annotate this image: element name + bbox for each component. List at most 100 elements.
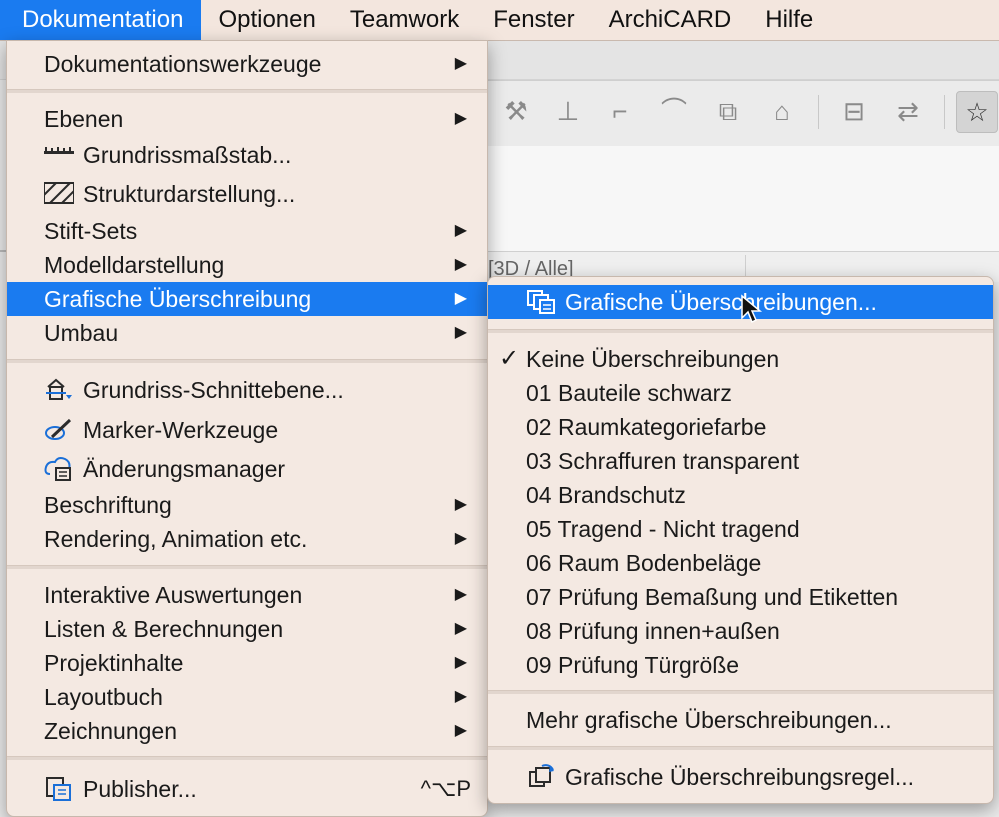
- submenu-arrow-icon: ▶: [454, 530, 467, 547]
- menu-item-layoutbuch[interactable]: Layoutbuch ▶: [7, 680, 487, 714]
- submenu-item-override-03[interactable]: 03 Schraffuren transparent: [488, 444, 993, 478]
- menu-item-label: 04 Brandschutz: [526, 482, 686, 508]
- submenu-arrow-icon: ▶: [454, 222, 467, 239]
- dimension-tool-icon[interactable]: ⊟: [836, 93, 872, 129]
- menu-item-label: 07 Prüfung Bemaßung und Etiketten: [526, 584, 899, 610]
- menu-item-beschriftung[interactable]: Beschriftung ▶: [7, 488, 487, 522]
- menu-separator: [488, 690, 993, 694]
- menu-item-grundrissmassstab[interactable]: Grundrissmaßstab...: [7, 138, 487, 172]
- submenu-item-override-09[interactable]: 09 Prüfung Türgröße: [488, 648, 993, 682]
- menu-item-label: Ebenen: [44, 106, 124, 132]
- menu-item-label: Grafische Überschreibungsregel...: [565, 764, 914, 790]
- submenu-arrow-icon: ▶: [454, 290, 467, 307]
- menu-item-label: Dokumentationswerkzeuge: [44, 51, 322, 77]
- toolbar-divider: [944, 95, 945, 129]
- submenu-arrow-icon: ▶: [454, 586, 467, 603]
- menu-item-modelldarstellung[interactable]: Modelldarstellung ▶: [7, 248, 487, 282]
- submenu-arrow-icon: ▶: [454, 722, 467, 739]
- menu-bar: Dokumentation Optionen Teamwork Fenster …: [0, 0, 999, 41]
- menu-item-label: 03 Schraffuren transparent: [526, 448, 800, 474]
- favorites-star-icon[interactable]: ☆: [956, 91, 998, 133]
- menu-item-label: Keine Überschreibungen: [526, 346, 780, 372]
- checkmark-icon: ✓: [499, 345, 520, 372]
- mouse-cursor-icon: [740, 294, 764, 326]
- submenu-arrow-icon: ▶: [454, 55, 467, 72]
- menu-item-ebenen[interactable]: Ebenen ▶: [7, 102, 487, 136]
- menu-item-label: Publisher...: [83, 776, 197, 802]
- menu-dokumentation[interactable]: Dokumentation: [0, 0, 202, 40]
- menu-item-label: Rendering, Animation etc.: [44, 526, 308, 552]
- menu-item-interaktive-auswertungen[interactable]: Interaktive Auswertungen ▶: [7, 578, 487, 612]
- menu-item-label: Layoutbuch: [44, 684, 163, 710]
- menu-item-publisher[interactable]: Publisher... ^⌥P: [7, 772, 487, 806]
- submenu-item-ueberschreibungsregel[interactable]: Grafische Überschreibungsregel...: [488, 760, 993, 794]
- menu-fenster[interactable]: Fenster: [476, 0, 591, 40]
- submenu-item-override-07[interactable]: 07 Prüfung Bemaßung und Etiketten: [488, 580, 993, 614]
- submenu-item-mehr-ueberschreibungen[interactable]: Mehr grafische Überschreibungen...: [488, 703, 993, 737]
- menu-item-label: Strukturdarstellung...: [83, 181, 296, 207]
- menu-item-label: Modelldarstellung: [44, 252, 225, 278]
- corner-tool-icon[interactable]: ⌐: [602, 93, 638, 129]
- submenu-arrow-icon: ▶: [454, 110, 467, 127]
- menu-teamwork[interactable]: Teamwork: [333, 0, 476, 40]
- submenu-item-keine-ueberschreibungen[interactable]: ✓ Keine Überschreibungen: [488, 342, 993, 376]
- menu-item-strukturdarstellung[interactable]: Strukturdarstellung...: [7, 177, 487, 211]
- roof-tool-icon[interactable]: ⌂: [764, 93, 800, 129]
- menu-item-dokumentationswerkzeuge[interactable]: Dokumentationswerkzeuge ▶: [7, 47, 487, 81]
- menu-separator: [488, 746, 993, 750]
- grafische-ueberschreibung-submenu: Grafische Überschreibungen... ✓ Keine Üb…: [487, 276, 994, 804]
- marker-pen-icon: [44, 417, 74, 443]
- submenu-item-override-06[interactable]: 06 Raum Bodenbeläge: [488, 546, 993, 580]
- menu-item-label: Grafische Überschreibungen...: [565, 289, 877, 315]
- arc-tool-icon[interactable]: ⌒: [656, 93, 692, 129]
- submenu-item-override-04[interactable]: 04 Brandschutz: [488, 478, 993, 512]
- menu-hilfe[interactable]: Hilfe: [748, 0, 830, 40]
- menu-item-label: Umbau: [44, 320, 119, 346]
- menu-item-grundriss-schnittebene[interactable]: Grundriss-Schnittebene...: [7, 373, 487, 407]
- menu-item-label: Projektinhalte: [44, 650, 184, 676]
- menu-item-label: 08 Prüfung innen+außen: [526, 618, 780, 644]
- menu-item-label: Stift-Sets: [44, 218, 138, 244]
- submenu-item-override-02[interactable]: 02 Raumkategoriefarbe: [488, 410, 993, 444]
- menu-item-listen-berechnungen[interactable]: Listen & Berechnungen ▶: [7, 612, 487, 646]
- menu-item-stift-sets[interactable]: Stift-Sets ▶: [7, 214, 487, 248]
- menu-item-label: 05 Tragend - Nicht tragend: [526, 516, 800, 542]
- menu-item-grafische-ueberschreibung[interactable]: Grafische Überschreibung ▶: [7, 282, 487, 316]
- menu-item-umbau[interactable]: Umbau ▶: [7, 316, 487, 350]
- menu-separator: [7, 359, 487, 363]
- submenu-arrow-icon: ▶: [454, 654, 467, 671]
- menu-item-label: Interaktive Auswertungen: [44, 582, 303, 608]
- stretch-tool-icon[interactable]: ⇄: [890, 93, 926, 129]
- scale-ruler-icon: [44, 142, 74, 168]
- cut-plane-icon: [44, 377, 74, 403]
- submenu-arrow-icon: ▶: [454, 256, 467, 273]
- offset-tool-icon[interactable]: ⧉: [710, 93, 746, 129]
- elevate-tool-icon[interactable]: ⊥: [550, 93, 586, 129]
- submenu-item-override-01[interactable]: 01 Bauteile schwarz: [488, 376, 993, 410]
- keyboard-shortcut: ^⌥P: [420, 776, 471, 801]
- menu-separator: [7, 89, 487, 93]
- wand-tool-icon[interactable]: ⚒: [498, 93, 534, 129]
- menu-item-label: Beschriftung: [44, 492, 172, 518]
- toolbar: ⚒ ⊥ ⌐ ⌒ ⧉ ⌂ ⊟ ⇄ ☆: [488, 80, 999, 147]
- submenu-item-override-05[interactable]: 05 Tragend - Nicht tragend: [488, 512, 993, 546]
- menu-optionen[interactable]: Optionen: [201, 0, 332, 40]
- menu-item-aenderungsmanager[interactable]: Änderungsmanager: [7, 452, 487, 486]
- toolbar-divider: [818, 95, 819, 129]
- menu-item-projektinhalte[interactable]: Projektinhalte ▶: [7, 646, 487, 680]
- menu-item-label: 06 Raum Bodenbeläge: [526, 550, 762, 576]
- menu-item-rendering[interactable]: Rendering, Animation etc. ▶: [7, 522, 487, 556]
- override-dialog-icon: [526, 289, 556, 315]
- menu-archicard[interactable]: ArchiCARD: [592, 0, 749, 40]
- menu-separator: [488, 329, 993, 333]
- dokumentation-menu: Dokumentationswerkzeuge ▶ Ebenen ▶ Grund…: [6, 40, 488, 817]
- menu-item-marker-werkzeuge[interactable]: Marker-Werkzeuge: [7, 413, 487, 447]
- change-manager-icon: [44, 456, 74, 482]
- menu-item-label: Grafische Überschreibung: [44, 286, 312, 312]
- menu-item-label: Mehr grafische Überschreibungen...: [526, 707, 892, 733]
- menu-item-label: 09 Prüfung Türgröße: [526, 652, 740, 678]
- menu-item-zeichnungen[interactable]: Zeichnungen ▶: [7, 714, 487, 748]
- submenu-item-override-08[interactable]: 08 Prüfung innen+außen: [488, 614, 993, 648]
- publisher-icon: [44, 776, 74, 802]
- menu-item-label: Marker-Werkzeuge: [83, 417, 279, 443]
